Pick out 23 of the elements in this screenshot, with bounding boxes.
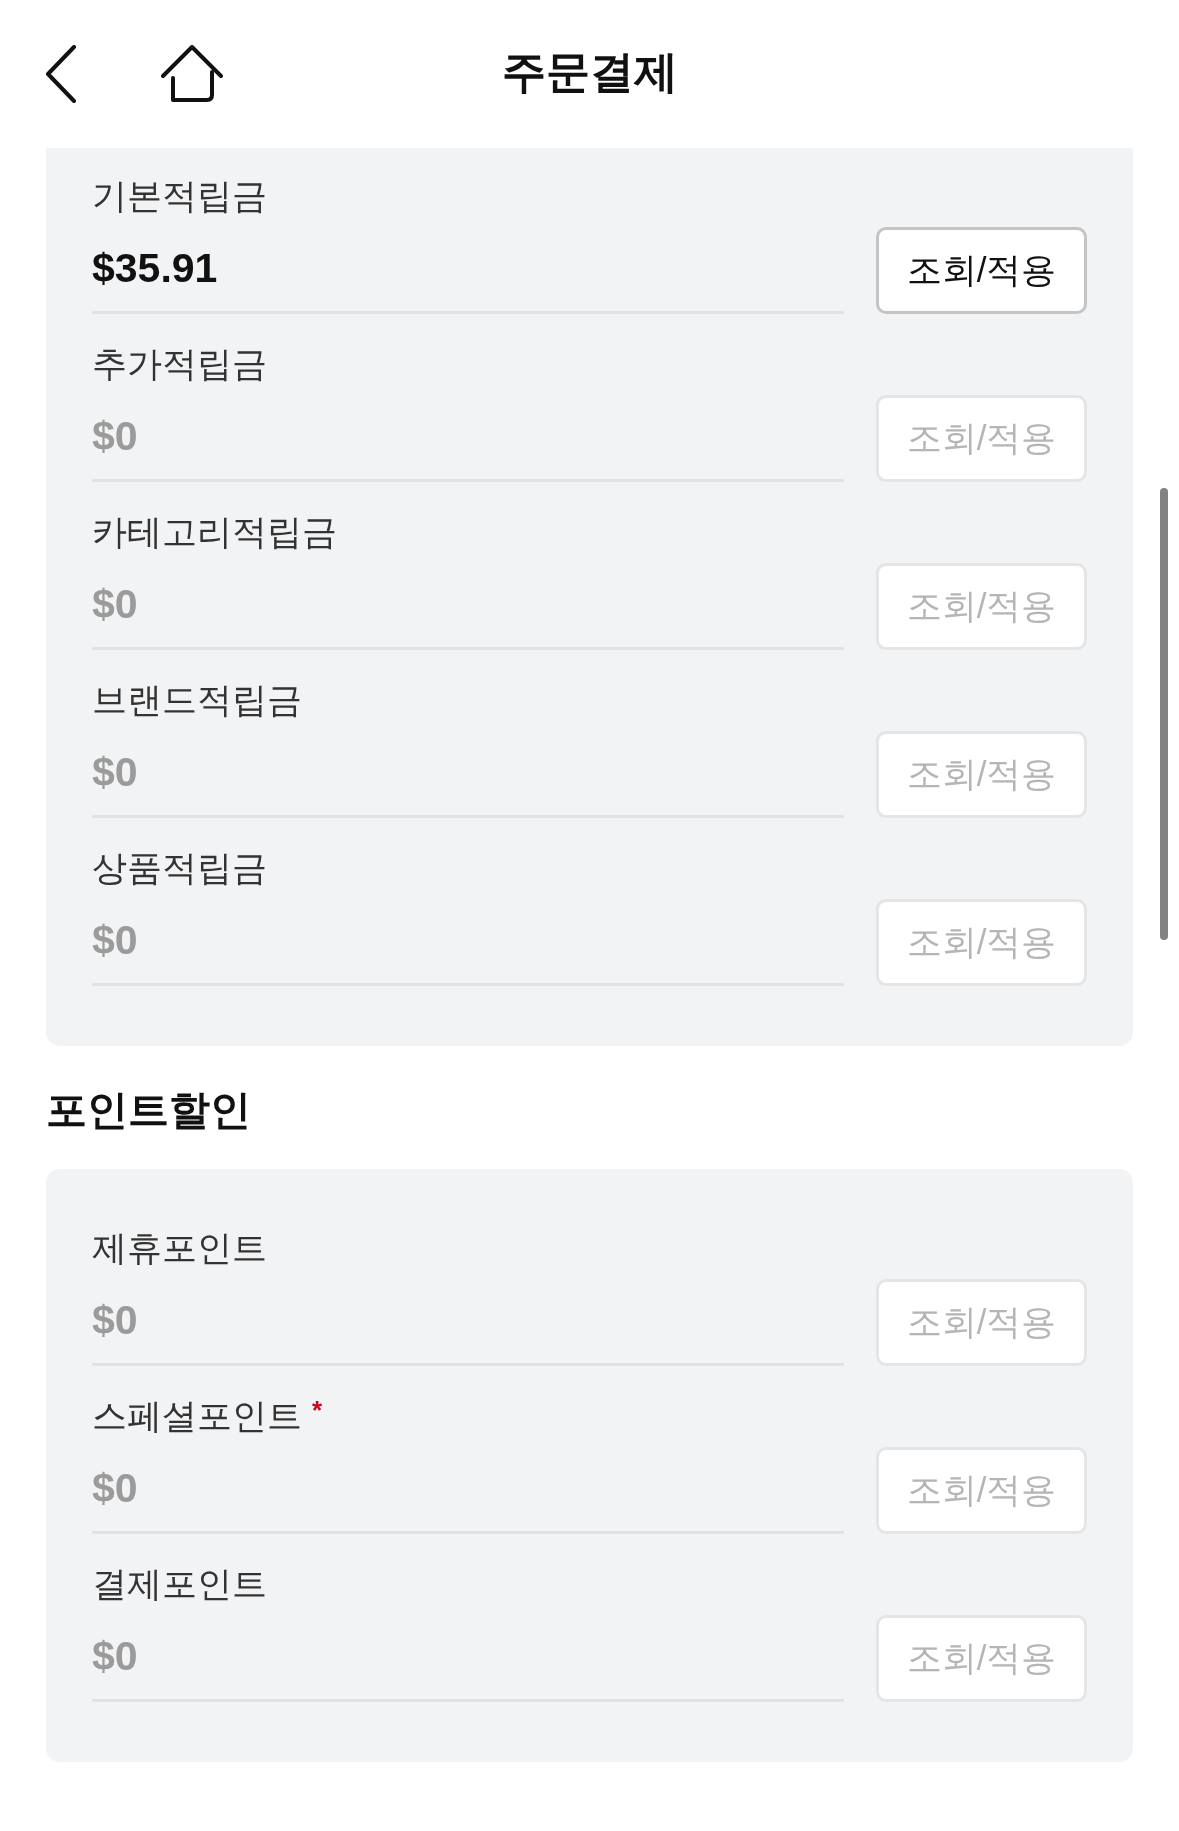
amount-text: $35.91 (92, 244, 219, 293)
field-label: 제휴포인트 (92, 1227, 267, 1269)
scrollbar-thumb[interactable] (1160, 488, 1168, 940)
amount-text: $0 (92, 580, 139, 629)
back-icon[interactable] (45, 45, 77, 103)
field-label: 추가적립금 (92, 343, 267, 385)
lookup-apply-button[interactable]: 조회/적용 (876, 227, 1087, 314)
field-label: 카테고리적립금 (92, 511, 337, 553)
amount-text: $0 (92, 748, 139, 797)
required-mark: * (312, 1395, 323, 1425)
home-icon[interactable] (161, 45, 223, 103)
amount-text: $0 (92, 916, 139, 965)
amount-text: $0 (92, 412, 139, 461)
field-label: 브랜드적립금 (92, 679, 302, 721)
amount-text: $0 (92, 1632, 139, 1681)
amount-text: $0 (92, 1464, 139, 1513)
field-label: 상품적립금 (92, 847, 267, 889)
field-label: 기본적립금 (92, 175, 267, 217)
section-heading: 포인트할인 (46, 1086, 252, 1135)
field-label: 결제포인트 (92, 1563, 267, 1605)
page-title: 주문결제 (501, 46, 678, 98)
amount-text: $0 (92, 1296, 139, 1345)
field-label: 스페셜포인트 (92, 1395, 302, 1437)
